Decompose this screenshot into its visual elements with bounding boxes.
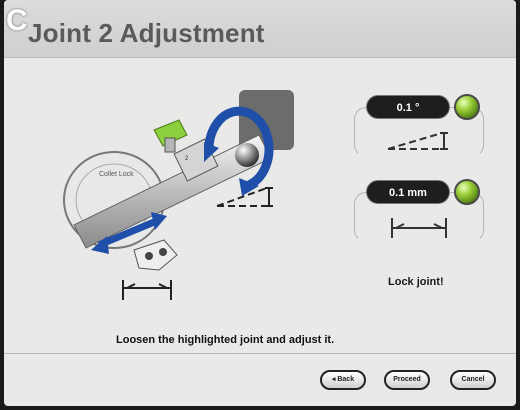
distance-indicator-group: 0.1 mm	[354, 179, 494, 250]
instruction-text: Loosen the highlighted joint and adjust …	[116, 334, 335, 346]
distance-value-display: 0.1 mm	[366, 180, 450, 204]
distance-status-led	[454, 179, 480, 205]
distance-gauge-icon	[122, 280, 172, 300]
angle-status-led	[454, 94, 480, 120]
proceed-button[interactable]: Proceed	[384, 370, 430, 390]
footer-divider	[4, 353, 516, 354]
collar-label: Collet Lock	[99, 171, 134, 178]
lock-joint-message: Lock joint!	[388, 276, 444, 288]
clamp-base	[133, 239, 178, 271]
angle-indicator-group: 0.1 °	[354, 94, 494, 165]
distance-small-icon	[391, 218, 447, 238]
angle-value-display: 0.1 °	[366, 95, 450, 119]
angle-small-icon	[387, 132, 448, 150]
joint-ball	[235, 143, 259, 167]
back-button[interactable]: ◂ Back	[320, 370, 366, 390]
page-title: Joint 2 Adjustment	[28, 18, 265, 48]
joint-illustration: Collet Lock 2	[63, 90, 294, 300]
corner-letter: C	[6, 4, 28, 37]
header-bar: C Joint 2 Adjustment	[4, 0, 516, 58]
adjustment-screen: C Joint 2 Adjustment Collet Lock 2 0.1 °…	[4, 0, 516, 406]
cancel-button[interactable]: Cancel	[450, 370, 496, 390]
